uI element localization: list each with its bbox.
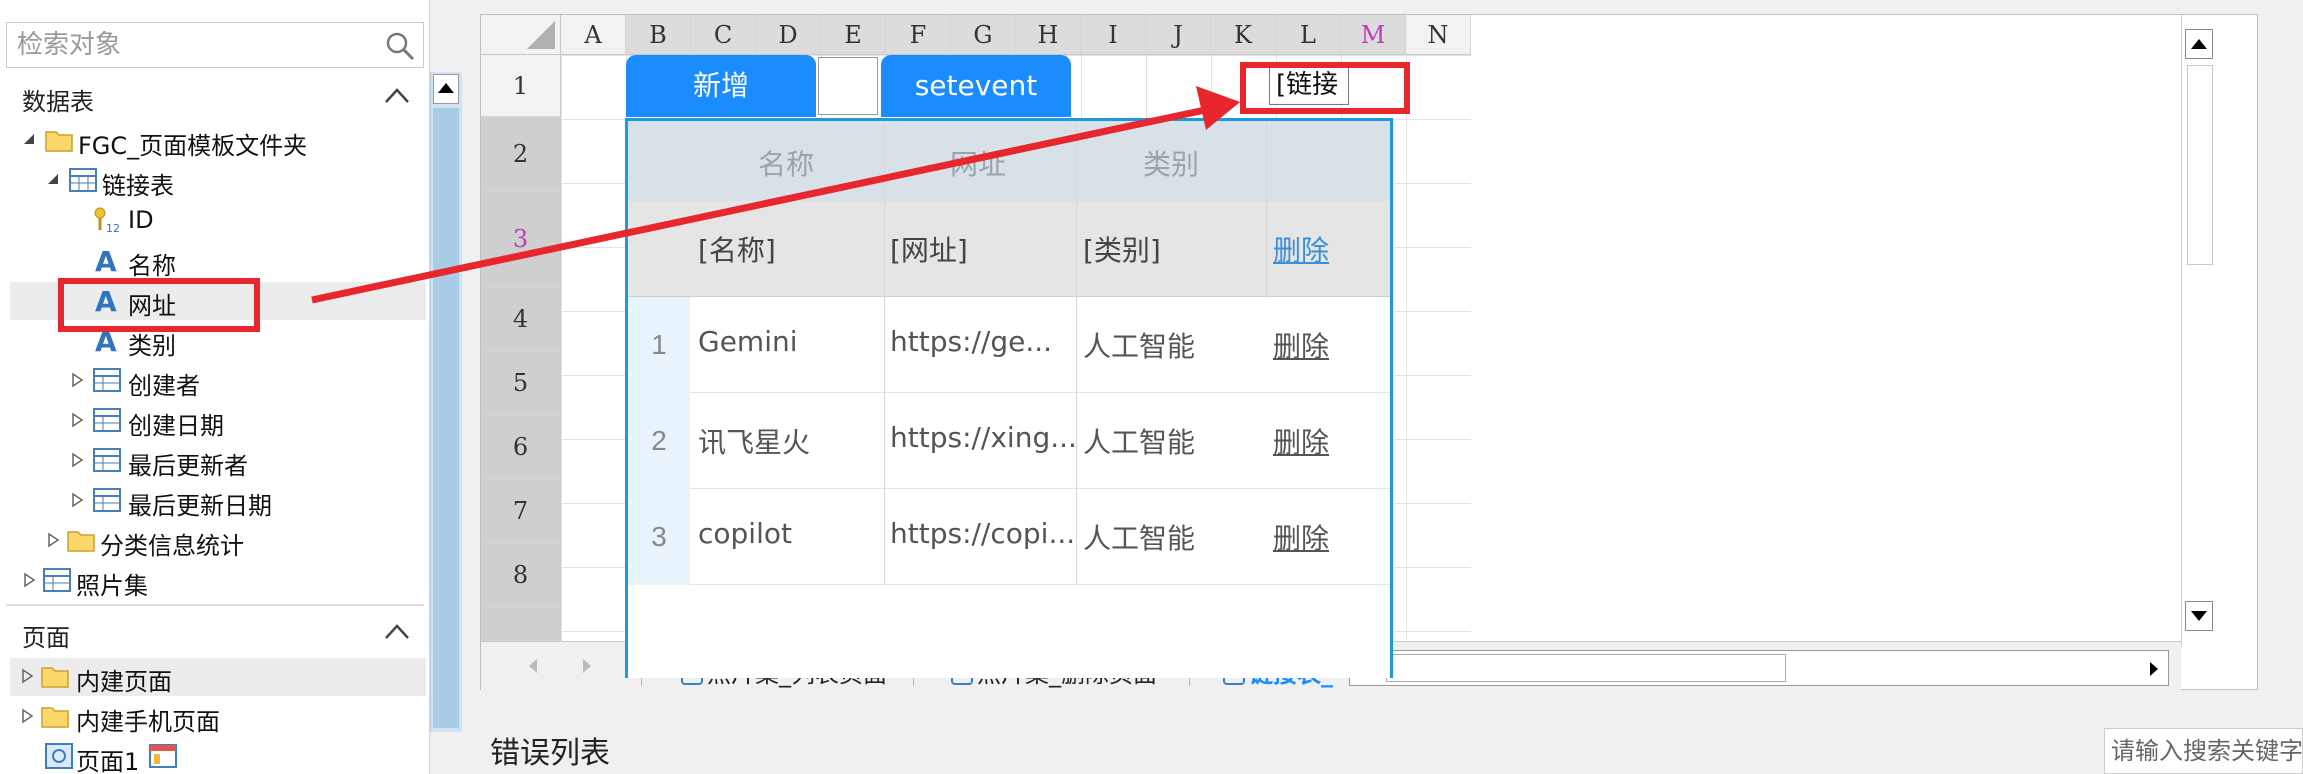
app-root: 数据表 FGC_页面模板文件夹 链接表 12 ID A 名称 A 网址	[0, 0, 2303, 774]
annotation-arrow-icon	[311, 86, 1240, 304]
